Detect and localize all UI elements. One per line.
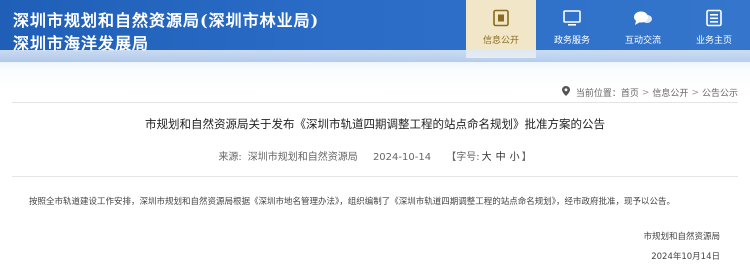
breadcrumb-home-link[interactable]: 首页 bbox=[621, 86, 639, 99]
breadcrumb-separator: > bbox=[691, 87, 699, 98]
signature-date: 2024年10月14日 bbox=[651, 252, 720, 262]
article-title: 市规划和自然资源局关于发布《深圳市轨道四期调整工程的站点命名规划》批准方案的公告 bbox=[145, 117, 605, 131]
info-doc-icon bbox=[492, 7, 510, 29]
font-size-small-button[interactable]: 小 bbox=[510, 152, 520, 163]
publish-date: 2024-10-14 bbox=[372, 152, 432, 163]
breadcrumb-notice-link[interactable]: 公告公示 bbox=[702, 86, 738, 99]
meta-divider bbox=[12, 176, 738, 177]
nav-interaction-label: 互动交流 bbox=[624, 36, 661, 46]
nav-business-home-label: 业务主页 bbox=[695, 36, 732, 46]
source-label: 来源: bbox=[218, 152, 242, 163]
source-value: 深圳市规划和自然资源局 bbox=[247, 152, 358, 163]
nav-gov-services-label: 政务服务 bbox=[553, 36, 590, 46]
breadcrumb-divider bbox=[12, 102, 738, 103]
article-meta: 来源: 深圳市规划和自然资源局 2024-10-14 【字号: 大中小】 bbox=[0, 148, 750, 163]
font-size-suffix: 】 bbox=[521, 152, 532, 163]
breadcrumb-separator: > bbox=[641, 87, 650, 98]
font-size-medium-button[interactable]: 中 bbox=[496, 152, 506, 163]
site-title-line1: 深圳市规划和自然资源局(深圳市林业局) bbox=[13, 11, 320, 30]
monitor-icon bbox=[562, 7, 582, 29]
font-size-large-button[interactable]: 大 bbox=[482, 152, 492, 163]
font-size-label: 【字号: bbox=[446, 152, 480, 163]
article-body: 按照全市轨道建设工作安排，深圳市规划和自然资源局根据《深圳市地名管理办法》，组织… bbox=[29, 197, 676, 207]
breadcrumb-info-link[interactable]: 信息公开 bbox=[652, 86, 688, 99]
business-list-icon bbox=[705, 7, 723, 29]
location-pin-icon bbox=[561, 86, 570, 99]
chat-bubble-icon bbox=[632, 7, 654, 29]
header-mist-divider bbox=[0, 50, 750, 90]
signature: 市规划和自然资源局 bbox=[643, 232, 720, 242]
breadcrumb-prefix: 当前位置： bbox=[575, 89, 621, 99]
nav-info-disclosure-label: 信息公开 bbox=[482, 36, 519, 46]
breadcrumb: 当前位置： 首页 > 信息公开 > 公告公示 bbox=[561, 86, 738, 99]
